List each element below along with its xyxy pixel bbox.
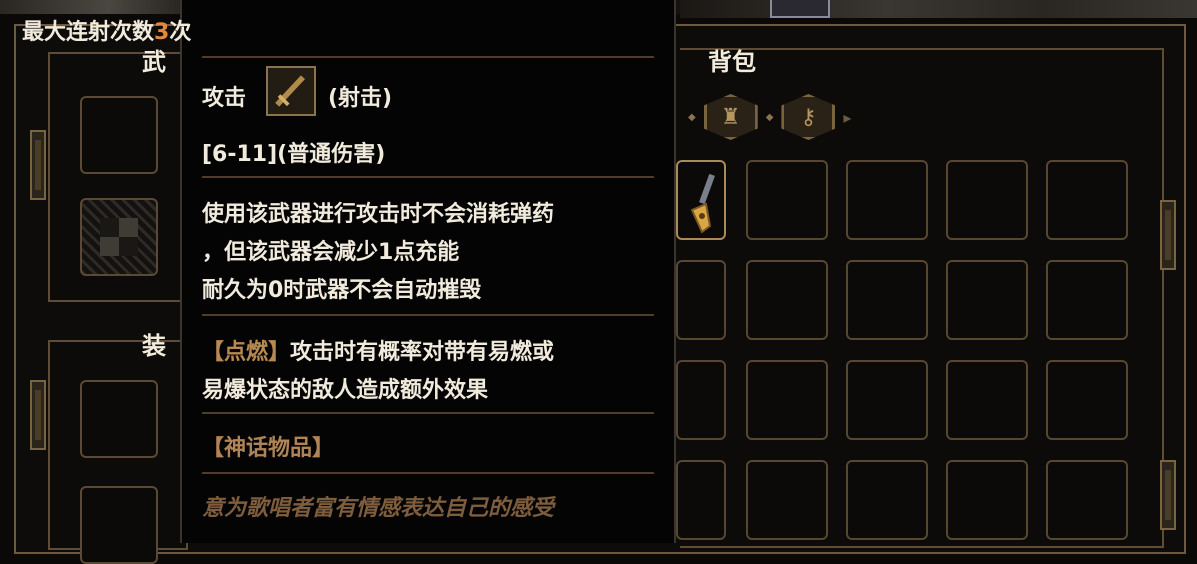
bag-slot[interactable] — [846, 260, 928, 340]
equipment-slot-1[interactable] — [80, 380, 158, 458]
equipment-panel-hinge — [30, 380, 46, 450]
ignite-line-1: 【点燃】攻击时有概率对带有易燃或 — [202, 334, 834, 366]
bag-panel-hinge-top — [1160, 200, 1176, 270]
description-line-2: ，但该武器会减少1点充能 — [202, 240, 460, 265]
max-shots-label: 最大连射次数 — [22, 20, 155, 45]
weapon-section-title: 武 — [142, 48, 166, 76]
bag-slot[interactable] — [1046, 260, 1128, 340]
tooltip-divider — [202, 472, 654, 474]
bag-slot[interactable] — [846, 360, 928, 440]
tooltip-divider — [202, 412, 654, 414]
bag-slot[interactable] — [946, 360, 1028, 440]
description-line-1: 使用该武器进行攻击时不会消耗弹药 — [202, 202, 555, 227]
bag-slot[interactable] — [1046, 360, 1128, 440]
tab-separator-dot: ◆ — [765, 111, 774, 123]
bag-slot[interactable] — [846, 160, 928, 240]
tooltip-divider — [202, 56, 654, 58]
bag-slot[interactable] — [846, 460, 928, 540]
description-line-3: 耐久为0时武器不会自动摧毁 — [202, 278, 482, 303]
tooltip-divider — [202, 176, 654, 178]
max-shots-value: 3 — [154, 20, 170, 45]
bag-slot[interactable] — [946, 460, 1028, 540]
weapon-slot-2-locked[interactable] — [80, 198, 158, 276]
top-right-decoration — [680, 0, 1197, 18]
tab-separator-dot: ◆ — [688, 111, 696, 123]
max-shots-unit: 次 — [169, 20, 192, 45]
bag-slot[interactable] — [1046, 160, 1128, 240]
weapon-slot-1[interactable] — [80, 96, 158, 174]
equipment-section-title: 装 — [142, 332, 166, 360]
flavor-text: 意为歌唱者富有情感表达自己的感受 — [202, 496, 555, 521]
bag-title: 背包 — [708, 48, 756, 76]
rarity-tag: 【神话物品】 — [202, 436, 335, 461]
ignite-tag: 【点燃】 — [202, 340, 291, 365]
sword-icon — [266, 66, 316, 116]
bag-slot[interactable] — [946, 160, 1028, 240]
ignite-text: 攻击时有概率对带有易燃或 — [290, 340, 555, 365]
bag-slot[interactable] — [1046, 460, 1128, 540]
bag-slot[interactable] — [946, 260, 1028, 340]
damage-range: [6-11](普通伤害) — [202, 142, 386, 167]
tooltip-divider — [202, 314, 654, 316]
top-left-decoration — [0, 0, 180, 14]
equipment-slot-2[interactable] — [80, 486, 158, 564]
attack-type: (射击) — [328, 86, 393, 111]
ignite-line-2: 易爆状态的敌人造成额外效果 — [202, 378, 489, 403]
bag-panel-hinge-bottom — [1160, 460, 1176, 530]
weapon-panel-hinge — [30, 130, 46, 200]
max-shots-line: 最大连射次数3次 — [22, 14, 654, 46]
top-hook-decoration — [770, 0, 830, 18]
